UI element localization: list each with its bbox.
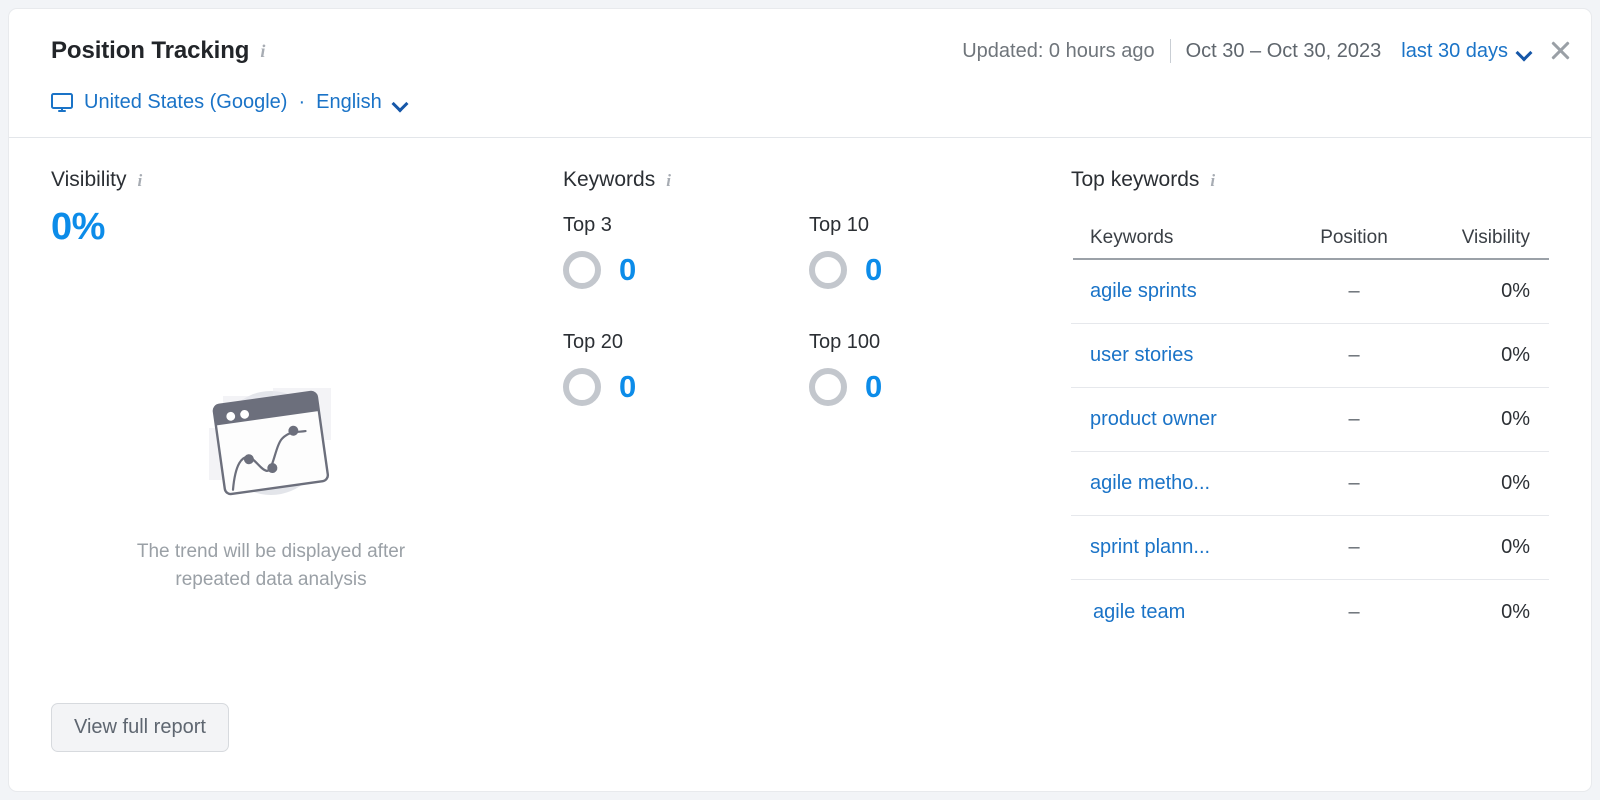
- monitor-icon: [51, 93, 73, 113]
- table-row: product owner – 0%: [1071, 388, 1549, 452]
- keyword-bucket-value-row: 0: [563, 251, 809, 289]
- keywords-bucket-grid: Top 3 0 Top 10 0 Top 20: [563, 214, 1033, 406]
- keyword-bucket: Top 20 0: [563, 331, 809, 406]
- keywords-header: Keywords i: [563, 168, 1033, 192]
- info-icon[interactable]: i: [666, 172, 671, 189]
- ring-indicator-icon: [809, 251, 847, 289]
- date-range: Oct 30 – Oct 30, 2023: [1186, 40, 1382, 63]
- keyword-position: –: [1348, 408, 1369, 430]
- keyword-link[interactable]: sprint plann...: [1090, 536, 1210, 558]
- keyword-bucket-label: Top 100: [809, 331, 1055, 354]
- keyword-visibility: 0%: [1501, 472, 1530, 494]
- keyword-link[interactable]: agile metho...: [1090, 472, 1210, 494]
- keyword-bucket-label: Top 20: [563, 331, 809, 354]
- keyword-visibility: 0%: [1501, 408, 1530, 430]
- view-full-report-button[interactable]: View full report: [51, 703, 229, 752]
- column-header-visibility: Visibility: [1419, 227, 1530, 249]
- keyword-position: –: [1348, 344, 1369, 366]
- visibility-empty-state: The trend will be displayed after repeat…: [51, 368, 491, 593]
- chevron-down-icon: [393, 98, 407, 107]
- visibility-section: Visibility i 0%: [51, 168, 521, 249]
- keyword-position: –: [1348, 536, 1369, 558]
- locale-selector[interactable]: United States (Google) · English: [51, 91, 407, 114]
- keywords-label: Keywords: [563, 168, 655, 192]
- visibility-label: Visibility: [51, 168, 126, 192]
- keyword-link[interactable]: agile team: [1093, 601, 1185, 623]
- locale-language: English: [316, 91, 382, 114]
- visibility-header: Visibility i: [51, 168, 521, 192]
- info-icon[interactable]: i: [260, 42, 265, 60]
- visibility-empty-caption: The trend will be displayed after repeat…: [137, 538, 405, 593]
- keyword-bucket-value: 0: [619, 369, 636, 405]
- locale-location: United States (Google): [84, 91, 287, 114]
- title-row: Position Tracking i: [51, 37, 265, 65]
- keyword-bucket-value-row: 0: [809, 368, 1055, 406]
- ring-indicator-icon: [563, 251, 601, 289]
- empty-caption-line-2: repeated data analysis: [175, 569, 366, 590]
- page-title: Position Tracking: [51, 37, 249, 65]
- keyword-bucket-value-row: 0: [809, 251, 1055, 289]
- keyword-visibility: 0%: [1501, 536, 1530, 558]
- visibility-value: 0%: [51, 206, 521, 249]
- keyword-bucket: Top 3 0: [563, 214, 809, 289]
- period-selector[interactable]: last 30 days: [1401, 40, 1531, 63]
- keyword-bucket-value: 0: [865, 369, 882, 405]
- keyword-position: –: [1348, 472, 1369, 494]
- empty-caption-line-1: The trend will be displayed after: [137, 541, 405, 562]
- column-header-keywords: Keywords: [1071, 227, 1299, 249]
- top-keywords-label: Top keywords: [1071, 168, 1199, 192]
- keyword-position: –: [1348, 280, 1369, 302]
- keyword-link[interactable]: agile sprints: [1090, 280, 1197, 302]
- keyword-visibility: 0%: [1501, 280, 1530, 302]
- keyword-visibility: 0%: [1501, 601, 1530, 623]
- top-keywords-header: Top keywords i: [1071, 168, 1549, 192]
- top-keywords-section: Top keywords i Keywords Position Visibil…: [1071, 168, 1549, 644]
- keyword-link[interactable]: user stories: [1090, 344, 1193, 366]
- keyword-position: –: [1348, 601, 1369, 623]
- header-divider: [1170, 39, 1171, 63]
- table-row: agile team – 0%: [1071, 580, 1549, 644]
- period-selector-label: last 30 days: [1401, 40, 1508, 63]
- table-row: agile metho... – 0%: [1071, 452, 1549, 516]
- position-tracking-card: Position Tracking i Updated: 0 hours ago…: [8, 8, 1592, 792]
- ring-indicator-icon: [809, 368, 847, 406]
- table-row: agile sprints – 0%: [1071, 260, 1549, 324]
- keyword-bucket-value-row: 0: [563, 368, 809, 406]
- chart-window-placeholder-illustration: [191, 368, 351, 518]
- info-icon[interactable]: i: [1210, 172, 1215, 189]
- table-header-row: Keywords Position Visibility: [1071, 218, 1549, 258]
- updated-timestamp: Updated: 0 hours ago: [962, 40, 1154, 63]
- keyword-bucket-value: 0: [619, 252, 636, 288]
- keyword-visibility: 0%: [1501, 344, 1530, 366]
- column-header-position: Position: [1299, 227, 1419, 249]
- info-icon[interactable]: i: [137, 172, 142, 189]
- ring-indicator-icon: [563, 368, 601, 406]
- keyword-link[interactable]: product owner: [1090, 408, 1217, 430]
- keyword-bucket-label: Top 3: [563, 214, 809, 237]
- top-keywords-table: Keywords Position Visibility agile sprin…: [1071, 218, 1549, 644]
- card-header: Position Tracking i Updated: 0 hours ago…: [9, 9, 1591, 129]
- card-body: Visibility i 0%: [9, 138, 1591, 791]
- keyword-bucket-label: Top 10: [809, 214, 1055, 237]
- chevron-down-icon: [1517, 47, 1531, 56]
- close-icon[interactable]: [1547, 37, 1573, 63]
- table-row: sprint plann... – 0%: [1071, 516, 1549, 580]
- keywords-section: Keywords i Top 3 0 Top 10 0: [563, 168, 1033, 406]
- table-row: user stories – 0%: [1071, 324, 1549, 388]
- locale-separator: ·: [298, 91, 305, 114]
- header-meta: Updated: 0 hours ago Oct 30 – Oct 30, 20…: [962, 39, 1531, 63]
- keyword-bucket: Top 100 0: [809, 331, 1055, 406]
- keyword-bucket-value: 0: [865, 252, 882, 288]
- keyword-bucket: Top 10 0: [809, 214, 1055, 289]
